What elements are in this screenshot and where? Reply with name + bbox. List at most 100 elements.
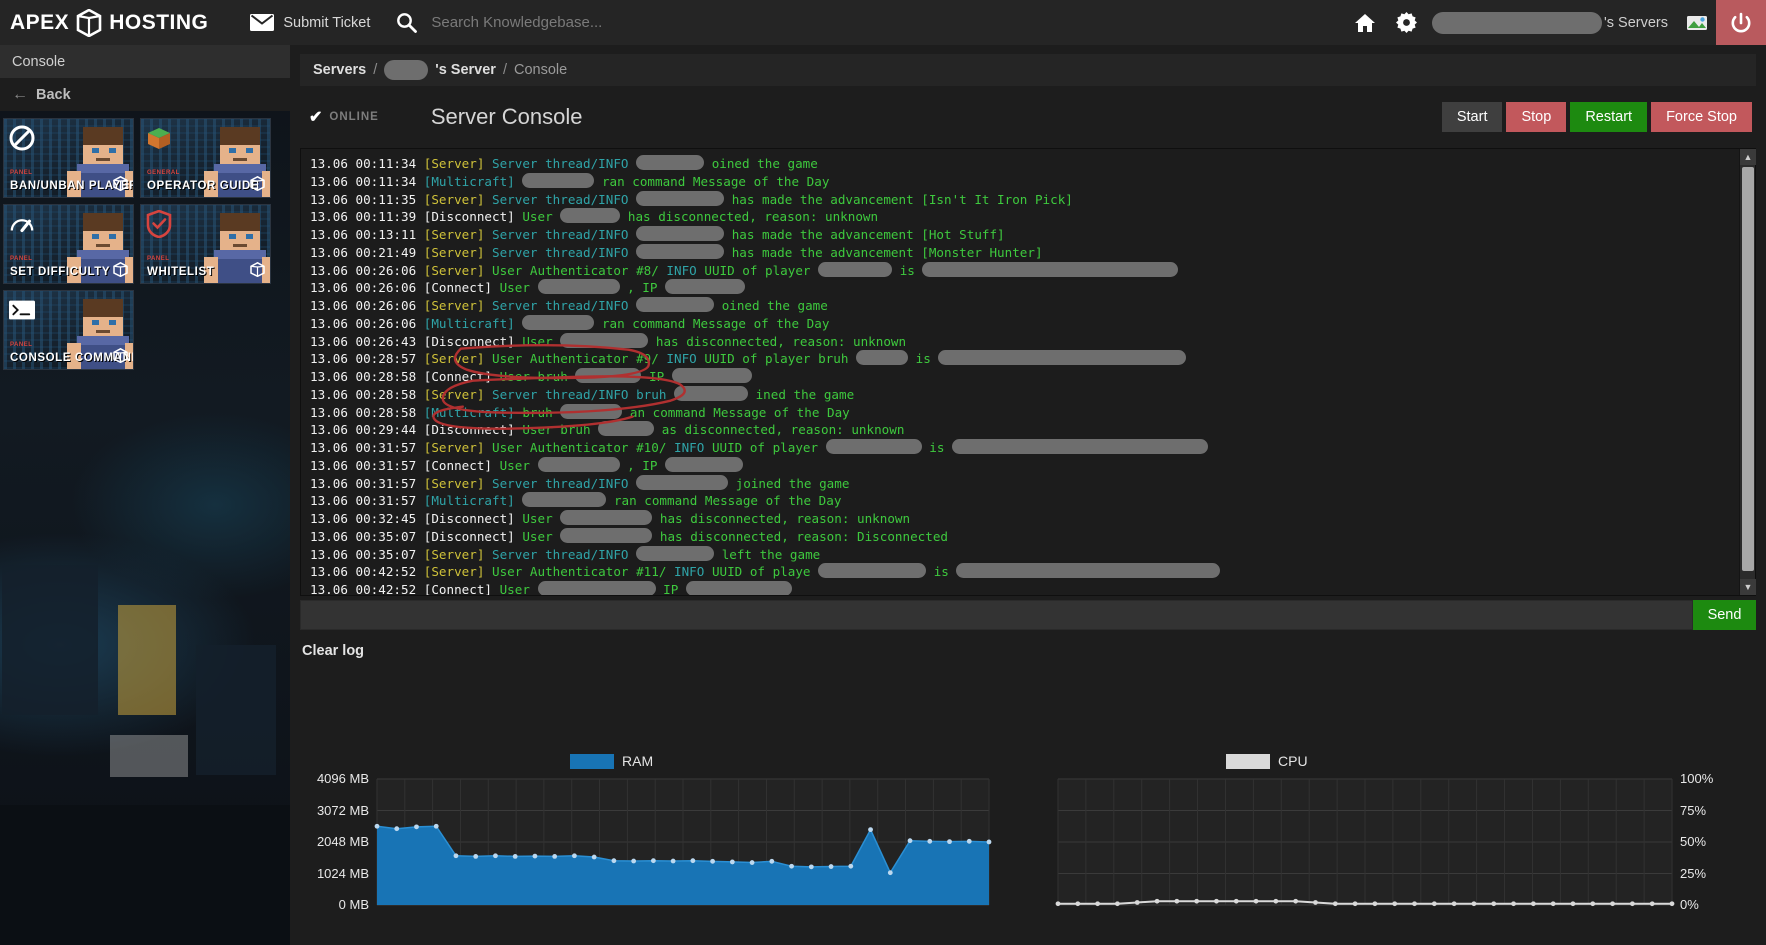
breadcrumb: Servers / 's Server / Console [300, 54, 1756, 86]
log-line: 13.06 00:28:57 [Server] User Authenticat… [310, 350, 1731, 368]
data-point [394, 826, 400, 832]
force-stop-button[interactable]: Force Stop [1651, 102, 1752, 132]
breadcrumb-servers[interactable]: Servers [313, 62, 366, 78]
log-message: left the game [721, 546, 821, 562]
redacted-text [674, 385, 748, 401]
data-point [710, 858, 716, 864]
log-tag: [Server] [423, 244, 485, 260]
flag-icon[interactable] [1678, 14, 1716, 32]
back-label: Back [36, 86, 71, 103]
check-icon: ✔ [309, 109, 324, 126]
breadcrumb-separator-1: / [373, 62, 378, 78]
data-point [907, 838, 913, 844]
video-category: PANEL [10, 342, 33, 348]
data-point [1214, 898, 1219, 904]
redacted-text [522, 314, 595, 330]
data-point [512, 853, 518, 859]
y-axis-tick-label: 2048 MB [316, 834, 369, 849]
gear-icon[interactable] [1386, 0, 1428, 45]
log-tag: [Connect] [423, 457, 492, 473]
log-timestamp: 13.06 00:31:57 [310, 457, 417, 473]
data-point [552, 853, 558, 859]
log-message: User Authenticator #8/ [492, 262, 659, 278]
data-point [729, 859, 735, 865]
redacted-text [537, 581, 656, 595]
data-point [1431, 901, 1437, 907]
log-message: User bruh [522, 422, 591, 438]
log-line: 13.06 00:31:57 [Server] User Authenticat… [310, 439, 1731, 457]
send-button[interactable]: Send [1693, 600, 1756, 630]
log-tag: [Disconnect] [423, 333, 515, 349]
data-point [1511, 901, 1516, 907]
submit-ticket-link[interactable]: Submit Ticket [232, 0, 388, 45]
video-thumbnail-operator-guide[interactable]: GENERAL OPERATOR GUIDE [140, 118, 271, 198]
video-thumbnail-set-difficulty[interactable]: PANEL SET DIFFICULTY [3, 204, 134, 284]
back-button[interactable]: ← Back [0, 78, 290, 111]
home-icon[interactable] [1344, 0, 1386, 45]
log-thread: Server thread/INFO [492, 298, 629, 313]
log-thread: INFO [674, 564, 705, 580]
log-tag: [Multicraft] [423, 173, 515, 189]
breadcrumb-current: Console [513, 62, 568, 78]
log-message: ined the game [755, 386, 855, 402]
data-point [966, 838, 972, 844]
log-line: 13.06 00:26:06 [Multicraft] ran command … [310, 314, 1731, 333]
redacted-text [956, 563, 1221, 579]
y-axis-tick-label: 3072 MB [316, 802, 369, 818]
data-point [1610, 901, 1615, 907]
log-message: User [499, 582, 530, 595]
y-axis-tick-label: 75% [1680, 802, 1707, 818]
log-message: UUID of player bruh [704, 351, 849, 367]
console-scrollbar[interactable]: ▲ ▼ [1739, 149, 1756, 595]
stop-button[interactable]: Stop [1506, 102, 1567, 132]
video-thumbnail-console-commands[interactable]: PANEL CONSOLE COMMANDS [3, 290, 134, 370]
log-message: User [499, 280, 530, 296]
search-icon[interactable] [388, 12, 431, 33]
log-message: User [522, 333, 553, 349]
video-thumbnail-list: PANEL BAN/UNBAN PLAYERS GENERAL OPERATOR G… [0, 111, 286, 370]
log-timestamp: 13.06 00:21:49 [310, 244, 417, 260]
log-timestamp: 13.06 00:11:39 [310, 209, 417, 225]
redacted-text [560, 527, 653, 543]
log-timestamp: 13.06 00:42:52 [310, 582, 417, 595]
chevron-down-icon[interactable]: ▼ [1740, 579, 1756, 595]
clear-log-button[interactable]: Clear log [302, 643, 364, 659]
log-timestamp: 13.06 00:26:06 [310, 262, 417, 278]
status-label: ONLINE [329, 111, 379, 123]
log-message: is [933, 564, 949, 580]
breadcrumb-server-name-redacted [384, 60, 429, 80]
server-action-buttons: Start Stop Restart Force Stop [1441, 102, 1756, 132]
chevron-up-icon[interactable]: ▲ [1740, 149, 1756, 165]
log-tag: [Server] [423, 475, 485, 491]
start-button[interactable]: Start [1441, 102, 1503, 132]
data-point [473, 853, 479, 859]
cube-icon [113, 175, 128, 192]
power-icon[interactable] [1716, 0, 1766, 45]
log-message: has made the advancement [Monster Hunter… [731, 244, 1043, 260]
data-point [1530, 901, 1536, 907]
apex-hosting-logo[interactable]: APEX HOSTING [0, 8, 232, 37]
log-timestamp: 13.06 00:35:07 [310, 528, 417, 544]
scrollbar-thumb[interactable] [1742, 167, 1754, 571]
main-content: Servers / 's Server / Console ✔ ONLINE S… [290, 45, 1766, 945]
servers-label[interactable]: 's Servers [1604, 15, 1678, 31]
data-point [868, 827, 873, 833]
log-message: User Authenticator #11/ [492, 564, 667, 580]
redacted-text [665, 279, 746, 295]
video-thumbnail-ban-unban-players[interactable]: PANEL BAN/UNBAN PLAYERS [3, 118, 134, 198]
data-point [1075, 901, 1081, 907]
data-point [1491, 901, 1497, 907]
log-timestamp: 13.06 00:28:57 [310, 351, 417, 367]
restart-button[interactable]: Restart [1570, 102, 1648, 132]
log-timestamp: 13.06 00:26:06 [310, 315, 417, 331]
data-point [1332, 901, 1338, 907]
command-input[interactable] [300, 600, 1693, 630]
log-message: User bruh [499, 369, 568, 384]
log-tag: [Disconnect] [423, 511, 515, 526]
log-message: has disconnected, reason: unknown [659, 511, 911, 526]
nav-right-group: 's Servers [1344, 0, 1766, 45]
search-input[interactable] [431, 14, 862, 31]
sidebar: Console ← Back PANEL BAN/UNBAN PLAYERS GE… [0, 45, 290, 945]
video-thumbnail-whitelist[interactable]: PANEL WHITELIST [140, 204, 271, 284]
breadcrumb-server-suffix[interactable]: 's Server [435, 62, 496, 78]
